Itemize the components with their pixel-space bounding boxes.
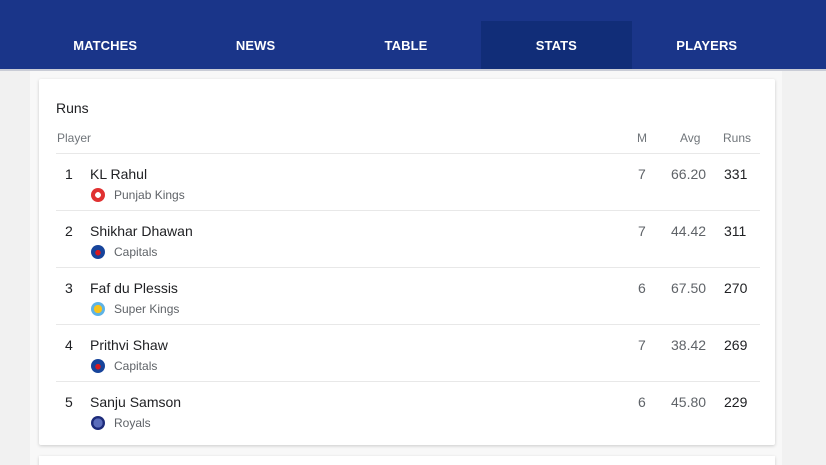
tab-table[interactable]: TABLE xyxy=(331,21,481,69)
table-row[interactable]: 4 Prithvi Shaw Capitals 7 38.42 269 xyxy=(56,324,760,381)
average-value: 38.42 xyxy=(671,337,707,353)
table-row[interactable]: 2 Shikhar Dhawan Capitals 7 44.42 311 xyxy=(56,210,760,267)
runs-value: 269 xyxy=(724,337,748,353)
column-header-player: Player xyxy=(57,131,92,145)
matches-value: 7 xyxy=(638,223,646,239)
rank: 1 xyxy=(65,166,73,182)
player-name[interactable]: Sanju Samson xyxy=(90,394,181,410)
team-name: Capitals xyxy=(114,245,158,259)
rank: 2 xyxy=(65,223,73,239)
matches-value: 7 xyxy=(638,166,646,182)
team-name: Royals xyxy=(114,416,151,430)
average-value: 44.42 xyxy=(671,223,707,239)
super-kings-logo-icon xyxy=(91,302,105,316)
column-header-runs: Runs xyxy=(723,131,752,145)
royals-logo-icon xyxy=(91,416,105,430)
runs-value: 229 xyxy=(724,394,748,410)
average-value: 67.50 xyxy=(671,280,707,296)
card-title: Runs xyxy=(56,100,89,116)
average-value: 45.80 xyxy=(671,394,707,410)
top-nav-bar: MATCHES NEWS TABLE STATS PLAYERS xyxy=(0,0,826,71)
column-header-average: Avg xyxy=(680,131,701,145)
tab-players[interactable]: PLAYERS xyxy=(632,21,782,69)
nav-tabs: MATCHES NEWS TABLE STATS PLAYERS xyxy=(30,21,782,71)
tab-stats[interactable]: STATS xyxy=(481,21,632,71)
table-row[interactable]: 1 KL Rahul Punjab Kings 7 66.20 331 xyxy=(56,153,760,210)
team-name: Super Kings xyxy=(114,302,180,316)
team-name: Capitals xyxy=(114,359,158,373)
runs-value: 270 xyxy=(724,280,748,296)
matches-value: 6 xyxy=(638,394,646,410)
player-name[interactable]: KL Rahul xyxy=(90,166,147,182)
capitals-logo-icon xyxy=(91,359,105,373)
tab-matches[interactable]: MATCHES xyxy=(30,21,180,69)
team-name: Punjab Kings xyxy=(114,188,185,202)
table-row[interactable]: 3 Faf du Plessis Super Kings 6 67.50 270 xyxy=(56,267,760,324)
matches-value: 6 xyxy=(638,280,646,296)
rank: 3 xyxy=(65,280,73,296)
tab-news[interactable]: NEWS xyxy=(180,21,330,69)
runs-stats-card: Runs Player M Avg Runs 1 KL Rahul Punjab… xyxy=(39,79,775,445)
capitals-logo-icon xyxy=(91,245,105,259)
player-name[interactable]: Faf du Plessis xyxy=(90,280,178,296)
runs-value: 331 xyxy=(724,166,748,182)
player-name[interactable]: Prithvi Shaw xyxy=(90,337,168,353)
column-header-matches: M xyxy=(637,131,647,145)
table-row[interactable]: 5 Sanju Samson Royals 6 45.80 229 xyxy=(56,381,760,438)
rank: 5 xyxy=(65,394,73,410)
punjab-kings-logo-icon xyxy=(91,188,105,202)
rank: 4 xyxy=(65,337,73,353)
runs-value: 311 xyxy=(724,223,747,239)
player-name[interactable]: Shikhar Dhawan xyxy=(90,223,193,239)
matches-value: 7 xyxy=(638,337,646,353)
next-stats-card xyxy=(39,456,775,465)
average-value: 66.20 xyxy=(671,166,707,182)
